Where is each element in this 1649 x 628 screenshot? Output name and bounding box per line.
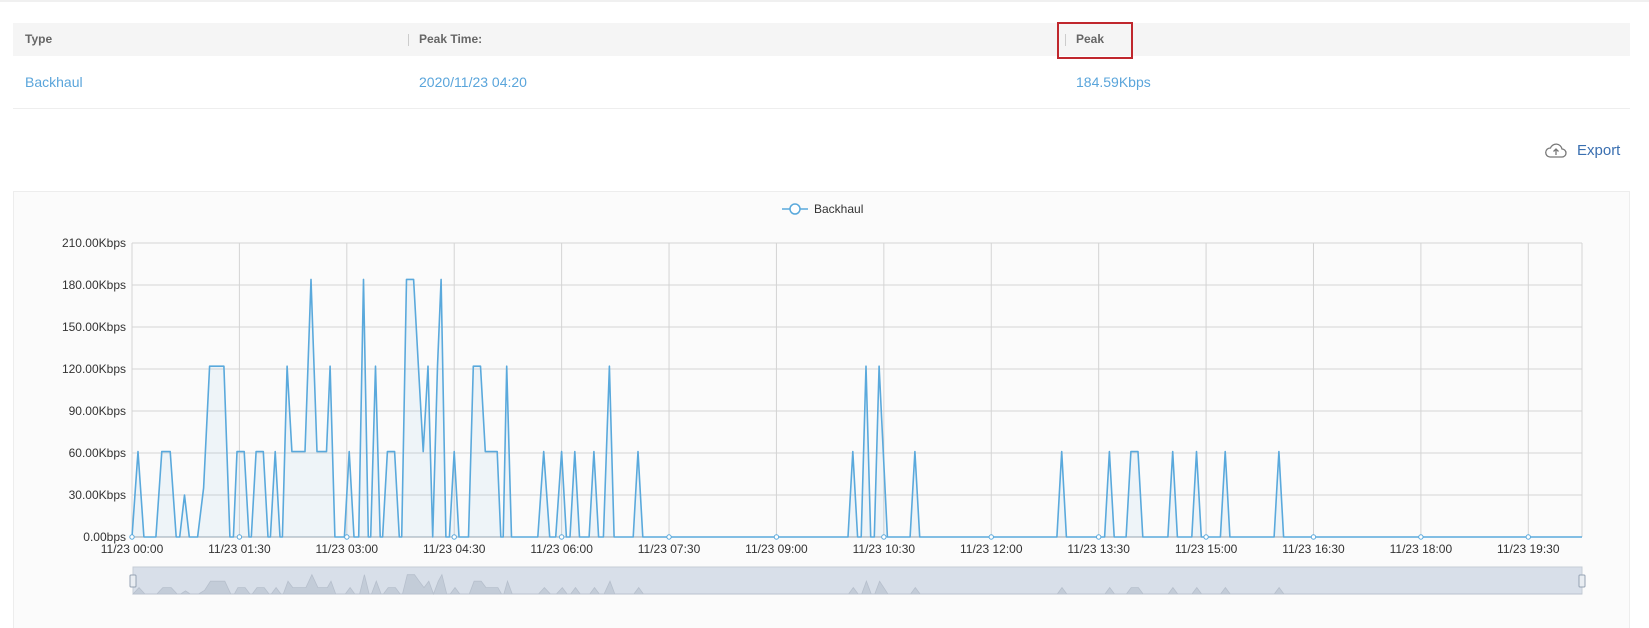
legend-label: Backhaul (814, 202, 864, 216)
x-tick-label: 11/23 18:00 (1390, 542, 1453, 556)
x-tick-label: 11/23 01:30 (208, 542, 271, 556)
x-tick-label: 11/23 13:30 (1067, 542, 1130, 556)
data-point[interactable] (558, 534, 565, 540)
data-point[interactable] (1203, 534, 1209, 540)
series-area (132, 279, 1582, 537)
x-tick-label: 11/23 16:30 (1282, 542, 1345, 556)
x-tick-label: 11/23 00:00 (101, 542, 164, 556)
data-point[interactable] (451, 534, 457, 540)
x-tick-label: 11/23 12:00 (960, 542, 1023, 556)
x-tick-label: 11/23 06:00 (530, 542, 593, 556)
data-point[interactable] (881, 534, 887, 540)
x-tick-label: 11/23 15:00 (1175, 542, 1238, 556)
chart-legend[interactable]: Backhaul (782, 202, 863, 216)
data-point[interactable] (773, 534, 780, 540)
y-tick-label: 210.00Kbps (62, 236, 126, 250)
data-point[interactable] (1525, 534, 1531, 540)
data-point[interactable] (129, 534, 135, 540)
data-point[interactable] (236, 534, 243, 540)
y-tick-label: 90.00Kbps (69, 404, 126, 418)
y-tick-label: 120.00Kbps (62, 362, 126, 376)
zoom-handle-right[interactable] (1578, 574, 1586, 588)
zoom-handle-left[interactable] (129, 574, 137, 588)
y-tick-label: 30.00Kbps (69, 488, 126, 502)
y-tick-label: 150.00Kbps (62, 320, 126, 334)
y-tick-label: 60.00Kbps (69, 446, 126, 460)
data-point[interactable] (344, 534, 350, 540)
data-point[interactable] (1310, 534, 1317, 540)
data-point[interactable] (1418, 534, 1424, 540)
x-tick-label: 11/23 04:30 (423, 542, 486, 556)
data-point[interactable] (988, 534, 994, 540)
x-tick-label: 11/23 09:00 (745, 542, 808, 556)
data-point[interactable] (1095, 534, 1102, 540)
traffic-line-chart: 0.00bps30.00Kbps60.00Kbps90.00Kbps120.00… (62, 236, 1586, 596)
x-tick-label: 11/23 03:00 (316, 542, 379, 556)
legend-marker-icon (782, 203, 808, 215)
x-tick-label: 11/23 10:30 (853, 542, 916, 556)
y-tick-label: 180.00Kbps (62, 278, 126, 292)
x-tick-label: 11/23 07:30 (638, 542, 701, 556)
data-point[interactable] (666, 534, 672, 540)
peak-report-view: Type Peak Time: Peak Backhaul 2020/11/23… (0, 0, 1649, 628)
x-tick-label: 11/23 19:30 (1497, 542, 1560, 556)
